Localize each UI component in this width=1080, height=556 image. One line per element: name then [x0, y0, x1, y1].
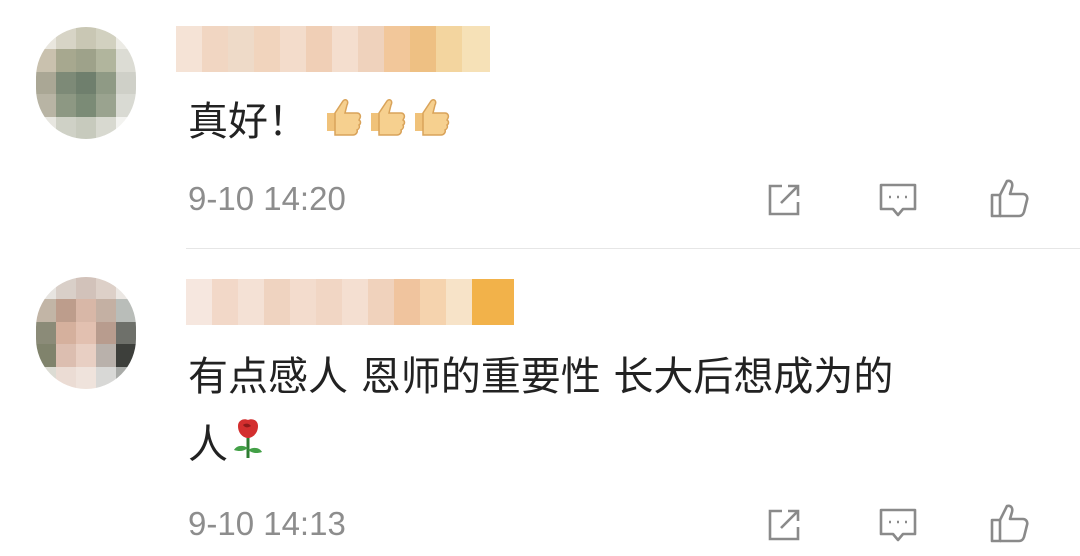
like-button[interactable] [986, 499, 1034, 547]
comment-text-line1: 有点感人 恩师的重要性 长大后想成为的 [188, 354, 894, 400]
comment-text-line2: 人 [188, 422, 228, 468]
comment-item: 真好！ 9-10 14:20 [0, 0, 1080, 248]
share-icon [768, 184, 800, 216]
like-icon [990, 179, 1029, 218]
username-blurred[interactable] [176, 26, 490, 72]
reply-icon [879, 508, 917, 542]
reply-button[interactable] [874, 501, 922, 549]
like-button[interactable] [986, 174, 1034, 222]
thumbs-up-emoji [321, 90, 365, 158]
thumbs-up-emoji [365, 90, 409, 158]
comment-item: 有点感人 恩师的重要性 长大后想成为的 人 9-10 14:13 [0, 249, 1080, 556]
thumbs-up-emoji [409, 90, 453, 158]
comment-text-line2-wrap: 人 [188, 411, 893, 481]
comment-text: 有点感人 恩师的重要性 长大后想成为的 人 [188, 343, 893, 481]
timestamp: 9-10 14:20 [188, 180, 346, 217]
avatar[interactable] [36, 277, 136, 389]
reply-button[interactable] [874, 176, 922, 224]
share-icon [768, 509, 800, 541]
comment-text: 真好！ [188, 88, 453, 158]
share-button[interactable] [760, 501, 808, 549]
username-blurred[interactable] [186, 279, 514, 325]
timestamp: 9-10 14:13 [188, 505, 346, 542]
comment-text-content: 真好！ [188, 99, 308, 145]
avatar[interactable] [36, 27, 136, 139]
like-icon [990, 504, 1029, 543]
reply-icon [879, 183, 917, 217]
rose-emoji [228, 413, 268, 481]
share-button[interactable] [760, 176, 808, 224]
